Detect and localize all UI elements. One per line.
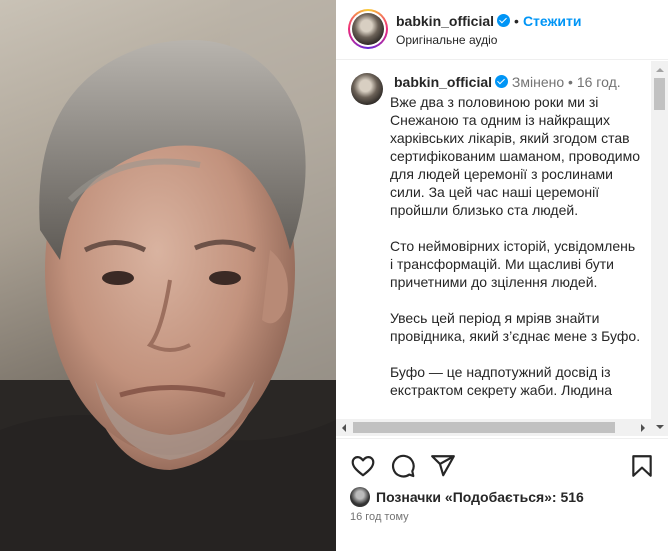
author-avatar[interactable] <box>348 9 388 49</box>
verified-icon <box>497 14 511 27</box>
horizontal-scrollbar[interactable] <box>336 419 651 436</box>
header-username[interactable]: babkin_official <box>396 13 494 29</box>
post-media-photo[interactable] <box>0 0 336 551</box>
header-user-line: babkin_official • Стежити <box>396 13 582 29</box>
caption-header: babkin_official Змінено • 16 год. <box>394 74 621 90</box>
likes-count[interactable]: Позначки «Подобається»: 516 <box>376 489 584 505</box>
scroll-left-arrow-icon[interactable] <box>336 419 353 436</box>
separator-dot: • <box>514 13 519 29</box>
post-details-panel: babkin_official • Стежити Оригінальне ауді… <box>336 0 668 551</box>
scrollbar-thumb[interactable] <box>654 78 665 110</box>
like-heart-icon[interactable] <box>350 453 376 479</box>
portrait-image <box>0 0 336 551</box>
vertical-scrollbar[interactable] <box>651 61 668 436</box>
post-header: babkin_official • Стежити Оригінальне ауді… <box>336 0 668 60</box>
original-audio-link[interactable]: Оригінальне аудіо <box>396 33 497 47</box>
scroll-down-arrow-icon[interactable] <box>651 419 668 436</box>
post-timestamp[interactable]: 16 год тому <box>350 511 409 523</box>
likes-row[interactable]: Позначки «Подобається»: 516 <box>350 487 584 507</box>
caption-author-avatar[interactable] <box>351 73 383 105</box>
save-bookmark-icon[interactable] <box>629 453 655 479</box>
share-send-icon[interactable] <box>430 453 456 479</box>
caption-time[interactable]: 16 год. <box>577 74 621 90</box>
horizontal-scrollbar-thumb[interactable] <box>353 422 615 433</box>
separator-dot: • <box>564 74 577 90</box>
verified-icon <box>495 75 509 88</box>
comment-icon[interactable] <box>390 453 416 479</box>
follow-button[interactable]: Стежити <box>523 13 582 29</box>
caption-username[interactable]: babkin_official <box>394 74 492 90</box>
edited-label: Змінено <box>511 74 565 90</box>
caption-text: Вже два з половиною роки ми зі Снежаною … <box>390 94 641 398</box>
caption-area: babkin_official Змінено • 16 год. Вже дв… <box>336 61 668 439</box>
liker-avatar <box>350 487 370 507</box>
scroll-right-arrow-icon[interactable] <box>634 419 651 436</box>
scroll-up-arrow-icon[interactable] <box>651 61 668 78</box>
post-actions: Позначки «Подобається»: 516 16 год тому <box>336 438 668 551</box>
